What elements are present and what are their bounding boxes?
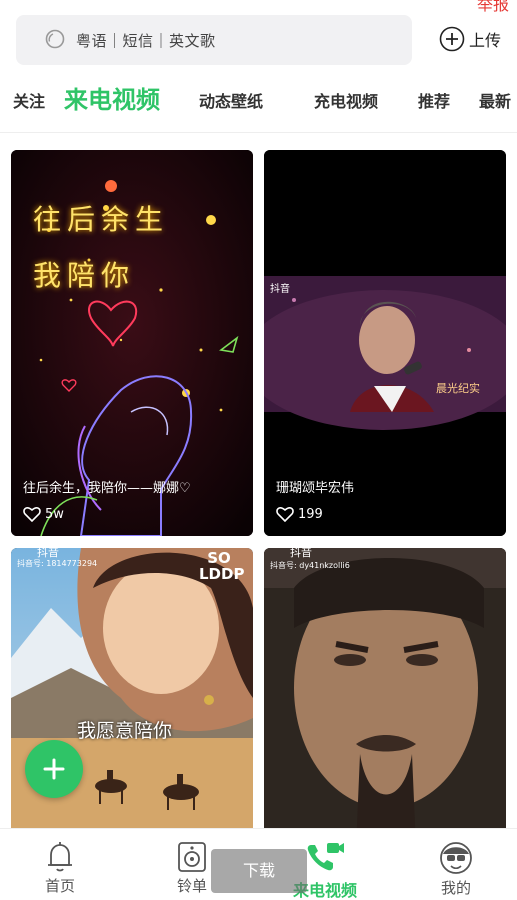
tab-live-wallpaper[interactable]: 动态壁纸 (199, 80, 263, 124)
likes-count: 5w (45, 506, 64, 522)
nav-label: 铃单 (176, 877, 207, 895)
search-icon (45, 29, 65, 49)
stage-text: 晨光纪实 (436, 382, 480, 395)
card-likes[interactable]: 5w (23, 506, 64, 522)
card-caption: 往后余生，我陪你——娜娜♡ (23, 481, 191, 496)
avatar-icon (440, 842, 472, 874)
tabs-divider (0, 132, 517, 133)
watermark-id: 抖音号: 1814773294 (17, 559, 98, 568)
download-toast[interactable]: 下载 (211, 849, 307, 893)
neon-text-overlay: 往后余生 我陪你 (33, 203, 170, 292)
watermark: 抖音 (290, 548, 312, 559)
likes-count: 199 (298, 506, 323, 522)
report-link[interactable]: 举报 (477, 0, 509, 15)
search-input[interactable]: 粤语｜短信｜英文歌 (16, 15, 412, 65)
tab-latest[interactable]: 最新 (479, 80, 511, 124)
badge: SO LDDP (199, 549, 245, 583)
video-feed: 往后余生 我陪你 往后余生，我陪你——娜娜♡ 5w 抖音 晨光纪实 珊瑚颂毕宏伟… (11, 150, 506, 830)
heart-icon (276, 507, 294, 522)
bell-icon (48, 842, 72, 872)
upload-button[interactable]: 上传 (439, 26, 501, 52)
upload-label: 上传 (468, 31, 501, 50)
card-likes[interactable]: 199 (276, 506, 323, 522)
video-card[interactable]: 往后余生 我陪你 往后余生，我陪你——娜娜♡ 5w (11, 150, 253, 536)
tab-follow[interactable]: 关注 (13, 80, 45, 124)
plus-icon (43, 758, 65, 780)
tab-recommend[interactable]: 推荐 (418, 80, 450, 124)
video-card[interactable]: 抖音 抖音号: dy41nkzolli6 (264, 548, 506, 830)
add-circle-icon (439, 26, 465, 52)
card-caption: 珊瑚颂毕宏伟 (276, 481, 355, 496)
search-row: 粤语｜短信｜英文歌 上传 (16, 14, 501, 66)
nav-profile[interactable]: 我的 (416, 841, 496, 898)
video-subtitle: 我愿意陪你 (77, 720, 173, 742)
speaker-icon (178, 842, 206, 872)
heart-icon (23, 507, 41, 522)
tab-charging-video[interactable]: 充电视频 (314, 80, 378, 124)
video-call-icon (307, 843, 344, 871)
tab-call-video[interactable]: 来电视频 (64, 78, 160, 122)
watermark-id: 抖音号: dy41nkzolli6 (270, 561, 350, 570)
add-video-button[interactable] (25, 740, 83, 798)
video-thumbnail (264, 548, 506, 830)
nav-label: 我的 (440, 879, 471, 897)
category-tabs: 关注 来电视频 动态壁纸 充电视频 推荐 最新 (0, 80, 517, 124)
nav-home[interactable]: 首页 (20, 841, 100, 896)
video-card[interactable]: 抖音 晨光纪实 珊瑚颂毕宏伟 199 (264, 150, 506, 536)
search-placeholder: 粤语｜短信｜英文歌 (76, 31, 216, 50)
nav-label: 首页 (44, 877, 75, 895)
watermark: 抖音 (270, 284, 290, 295)
